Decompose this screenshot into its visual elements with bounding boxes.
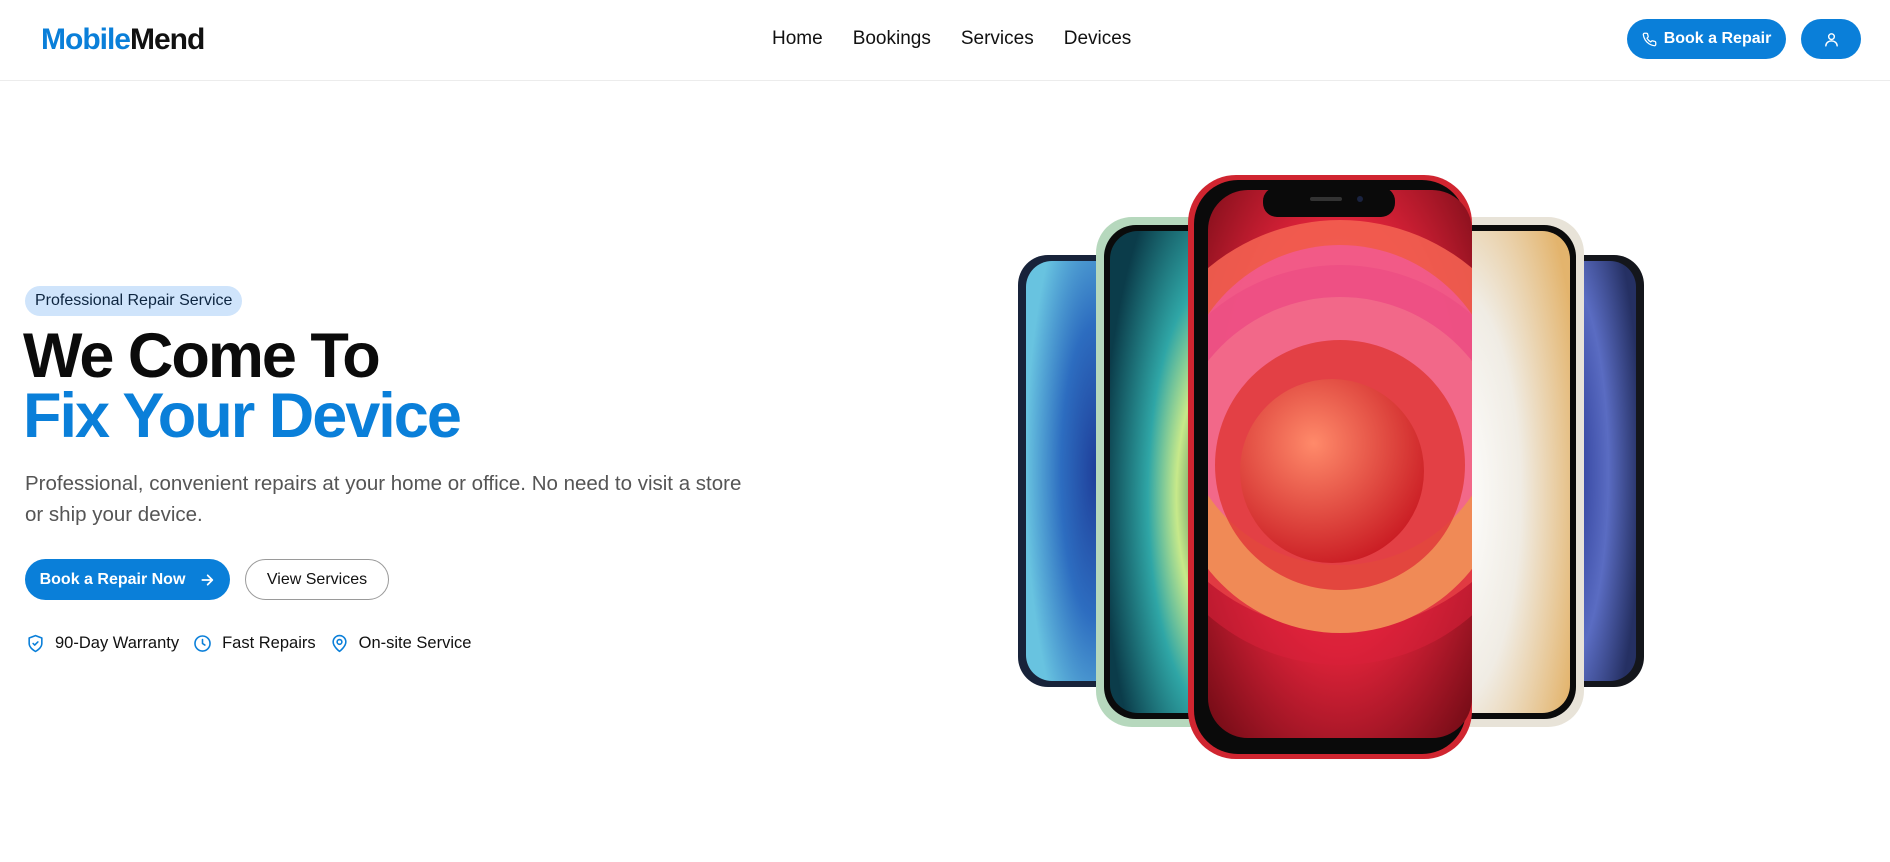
feature-warranty: 90-Day Warranty [26,634,179,653]
brand-logo[interactable]: MobileMend [41,22,205,58]
feature-list: 90-Day Warranty Fast Repairs On-site Ser… [26,634,471,653]
shield-check-icon [28,634,43,653]
hero-title-line1: We Come To [23,321,381,391]
nav-link-devices[interactable]: Devices [1064,27,1132,51]
hero-phones-image [1018,175,1644,759]
hero-badge: Professional Repair Service [25,286,243,316]
book-repair-label: Book a Repair [1663,30,1772,47]
main-nav: Home Bookings Services Devices [772,27,1131,51]
navbar: MobileMend Home Bookings Services Device… [0,0,1890,81]
book-repair-button[interactable]: Book a Repair [1627,19,1786,59]
feature-fast: Fast Repairs [193,634,316,653]
phone-icon [1642,32,1657,46]
user-account-button[interactable] [1801,19,1861,59]
nav-link-home[interactable]: Home [772,27,823,51]
book-repair-now-label: Book a Repair Now [39,570,186,588]
view-services-button[interactable]: View Services [245,559,389,600]
hero-description: Professional, convenient repairs at your… [25,472,742,526]
hero-title-line2: Fix Your Device [23,381,462,451]
clock-icon [194,635,211,652]
arrow-right-icon [201,573,214,586]
feature-label: On-site Service [358,634,472,652]
book-repair-now-button[interactable]: Book a Repair Now [25,559,230,600]
brand-logo-part2: Mend [130,23,205,56]
nav-link-services[interactable]: Services [961,27,1034,51]
brand-logo-part1: Mobile [41,23,131,56]
feature-label: 90-Day Warranty [55,634,180,652]
feature-onsite: On-site Service [330,634,472,653]
map-pin-icon [332,634,347,653]
feature-label: Fast Repairs [222,634,316,652]
nav-link-bookings[interactable]: Bookings [853,27,931,51]
user-icon [1824,32,1838,47]
